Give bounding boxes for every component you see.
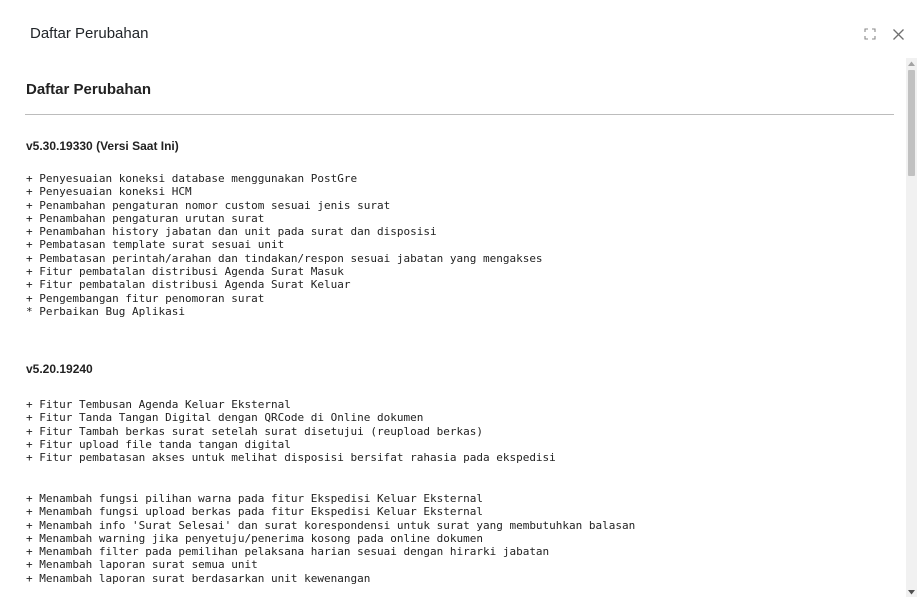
version-heading: v5.20.19240: [26, 362, 93, 376]
change-item: + Menambah warning jika penyetuju/peneri…: [26, 531, 483, 545]
modal-header: Daftar Perubahan: [0, 0, 917, 58]
changelog-modal: Daftar Perubahan Daftar Perubahan v5.30.…: [0, 0, 917, 597]
change-list: + Menambah fungsi pilihan warna pada fit…: [26, 492, 635, 585]
version-heading: v5.30.19330 (Versi Saat Ini): [26, 139, 179, 153]
change-list: + Fitur Tembusan Agenda Keluar Eksternal…: [26, 398, 556, 464]
change-item: + Menambah laporan surat berdasarkan uni…: [26, 571, 371, 585]
change-item: + Menambah filter pada pemilihan pelaksa…: [26, 545, 550, 559]
changelog-content[interactable]: Daftar Perubahan v5.30.19330 (Versi Saat…: [0, 58, 906, 597]
change-list: + Penyesuaian koneksi database menggunak…: [26, 172, 543, 318]
change-item: + Fitur upload file tanda tangan digital: [26, 437, 291, 451]
change-item: + Fitur pembatalan distribusi Agenda Sur…: [26, 278, 351, 292]
change-item: + Menambah fungsi upload berkas pada fit…: [26, 505, 483, 519]
modal-title: Daftar Perubahan: [30, 25, 149, 42]
change-item: + Menambah info 'Surat Selesai' dan sura…: [26, 518, 636, 532]
change-item: + Penyesuaian koneksi HCM: [26, 185, 192, 199]
change-item: + Menambah laporan surat semua unit: [26, 558, 258, 572]
scroll-down-button[interactable]: [906, 587, 917, 597]
change-item: + Fitur Tembusan Agenda Keluar Eksternal: [26, 398, 291, 411]
change-item: + Fitur Tanda Tangan Digital dengan QRCo…: [26, 411, 424, 425]
change-item: + Penyesuaian koneksi database menggunak…: [26, 172, 358, 185]
changelog-heading: Daftar Perubahan: [26, 81, 152, 98]
scroll-up-arrow-icon: [908, 61, 915, 66]
change-item: + Fitur pembatasan akses untuk melihat d…: [26, 451, 556, 465]
scroll-up-button[interactable]: [906, 58, 917, 68]
close-icon: [892, 28, 904, 40]
change-item: + Penambahan pengaturan nomor custom ses…: [26, 198, 391, 212]
change-item: + Penambahan history jabatan dan unit pa…: [26, 225, 437, 239]
vertical-scrollbar[interactable]: [906, 58, 917, 597]
heading-divider: [25, 114, 894, 115]
change-item: * Perbaikan Bug Aplikasi: [26, 304, 185, 318]
maximize-button[interactable]: [860, 24, 880, 44]
scroll-down-arrow-icon: [908, 589, 915, 594]
change-item: + Penambahan pengaturan urutan surat: [26, 211, 265, 225]
maximize-icon: [864, 28, 876, 40]
change-item: + Fitur pembatalan distribusi Agenda Sur…: [26, 265, 344, 279]
change-item: + Pengembangan fitur penomoran surat: [26, 291, 265, 305]
change-item: + Fitur Tambah berkas surat setelah sura…: [26, 424, 483, 438]
scrollbar-thumb[interactable]: [908, 70, 915, 176]
change-item: + Menambah fungsi pilihan warna pada fit…: [26, 492, 483, 505]
close-button[interactable]: [888, 24, 908, 44]
change-item: + Pembatasan perintah/arahan dan tindaka…: [26, 251, 543, 265]
change-item: + Pembatasan template surat sesuai unit: [26, 238, 285, 252]
